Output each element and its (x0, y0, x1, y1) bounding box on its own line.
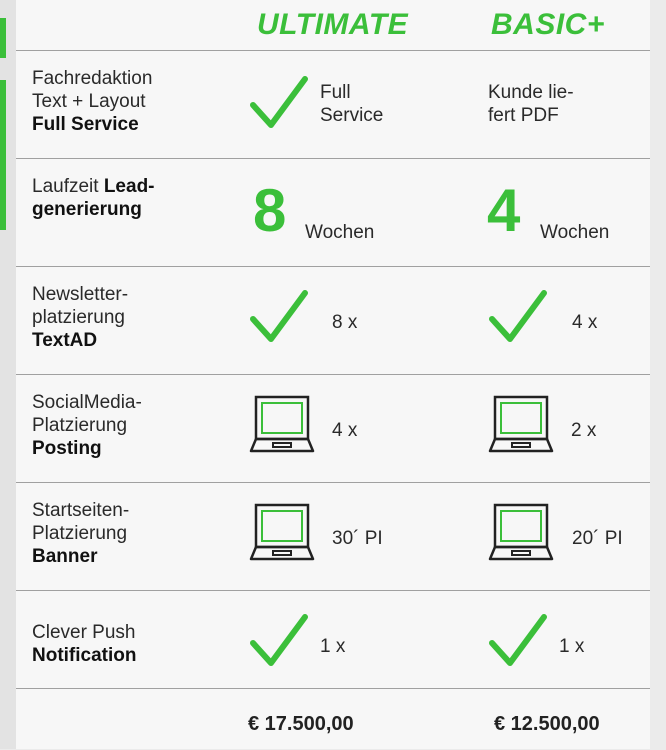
comparison-table: ULTIMATE BASIC+ Fachredaktion Text + Lay… (16, 0, 650, 749)
ultimate-value: 8 x (332, 312, 358, 333)
column-header-basic: BASIC+ (491, 8, 605, 41)
edge-dash (0, 18, 6, 58)
row-label: Fachredaktion Text + Layout Full Service (32, 68, 153, 135)
column-header-ultimate: ULTIMATE (257, 8, 409, 41)
basic-value: 4 x (572, 312, 598, 333)
laptop-icon (488, 503, 554, 561)
laptop-icon (249, 503, 315, 561)
basic-value: 20´ PI (572, 528, 623, 549)
row-label: Startseiten- Platzierung Banner (32, 500, 130, 567)
price-basic: € 12.500,00 (494, 713, 600, 735)
checkmark-icon (250, 290, 308, 342)
checkmark-icon (250, 614, 308, 666)
ultimate-value: 30´ PI (332, 528, 383, 549)
row-social-media: SocialMedia- Platzierung Posting 4 x 2 x (16, 374, 650, 483)
row-clever-push: Clever Push Notification 1 x 1 x (16, 590, 650, 689)
ultimate-weeks-unit: Wochen (305, 222, 375, 243)
laptop-icon (488, 395, 554, 453)
price-ultimate: € 17.500,00 (248, 713, 354, 735)
edge-stripe (0, 0, 16, 749)
row-price: € 17.500,00 € 12.500,00 (16, 688, 650, 750)
row-startpage-banner: Startseiten- Platzierung Banner 30´ PI 2… (16, 482, 650, 591)
ultimate-value: Full Service (320, 82, 384, 126)
ultimate-value: 1 x (320, 636, 346, 657)
row-label: SocialMedia- Platzierung Posting (32, 392, 142, 459)
row-label: Newsletter- platzierung TextAD (32, 284, 129, 351)
laptop-icon (249, 395, 315, 453)
row-label: Clever Push Notification (32, 622, 137, 666)
row-newsletter: Newsletter- platzierung TextAD 8 x 4 x (16, 266, 650, 375)
checkmark-icon (489, 614, 547, 666)
basic-value: 1 x (559, 636, 585, 657)
row-label: Laufzeit Lead- generierung (32, 176, 155, 220)
basic-weeks-number: 4 (487, 177, 521, 244)
ultimate-weeks-number: 8 (253, 177, 287, 244)
row-full-service: Fachredaktion Text + Layout Full Service… (16, 50, 650, 159)
checkmark-icon (250, 76, 308, 128)
basic-value: 2 x (571, 420, 597, 441)
basic-weeks-unit: Wochen (540, 222, 610, 243)
ultimate-value: 4 x (332, 420, 358, 441)
edge-dash (0, 80, 6, 230)
basic-value: Kunde lie- fert PDF (488, 82, 574, 126)
checkmark-icon (489, 290, 547, 342)
row-lead-generation: Laufzeit Lead- generierung 8 Wochen 4 Wo… (16, 158, 650, 267)
